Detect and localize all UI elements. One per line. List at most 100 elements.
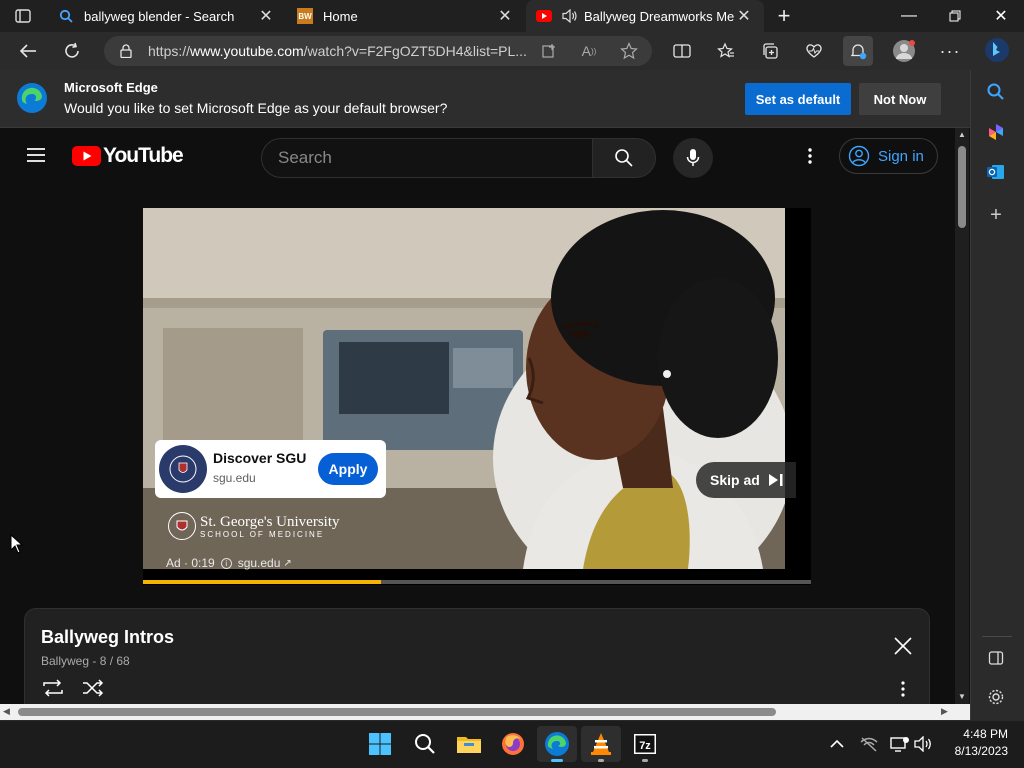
close-playlist-icon[interactable] [893, 636, 913, 656]
gear-icon[interactable] [987, 688, 1005, 706]
network-icon[interactable] [859, 736, 879, 752]
ad-card[interactable]: Discover SGU sgu.edu Apply [155, 440, 386, 498]
lock-icon[interactable] [120, 44, 132, 61]
hide-sidebar-icon[interactable] [988, 650, 1004, 666]
search-icon [58, 8, 74, 24]
hamburger-menu-icon[interactable] [27, 148, 45, 162]
close-window-button[interactable]: ✕ [978, 0, 1024, 32]
sign-in-button[interactable]: Sign in [839, 138, 938, 174]
search-icon[interactable] [986, 82, 1006, 102]
display-icon[interactable] [890, 736, 910, 752]
read-aloud-icon[interactable]: A)) [574, 36, 604, 66]
ad-progress-bar[interactable] [143, 580, 811, 584]
ad-domain-link[interactable]: sgu.edu [238, 556, 281, 570]
shuffle-playlist-icon[interactable] [81, 679, 105, 697]
close-icon[interactable]: ✕ [495, 6, 515, 26]
bw-favicon: BW [297, 8, 313, 24]
sgu-brand-overlay: St. George's University SCHOOL OF MEDICI… [168, 512, 340, 540]
loop-playlist-icon[interactable] [41, 679, 65, 697]
tab-youtube[interactable]: Ballyweg Dreamworks Meg ✕ [526, 0, 764, 32]
set-default-button[interactable]: Set as default [745, 83, 851, 115]
ad-progress-fill [143, 580, 381, 584]
close-icon[interactable]: ✕ [256, 6, 276, 26]
restore-button[interactable] [932, 0, 978, 32]
close-icon[interactable]: ✕ [734, 6, 754, 26]
profile-avatar[interactable] [889, 36, 919, 66]
vlc-icon[interactable] [581, 726, 621, 762]
seven-zip-icon[interactable]: 7z [625, 726, 665, 762]
windows-start-icon[interactable] [360, 726, 400, 762]
volume-icon[interactable] [914, 735, 934, 753]
favorite-star-icon[interactable] [614, 36, 644, 66]
search-input[interactable]: Search [261, 138, 593, 178]
address-bar[interactable]: https://www.youtube.com/watch?v=F2FgOZT5… [104, 36, 652, 66]
youtube-page: YouTube Search Sign in Discover SGU sgu.… [0, 128, 955, 704]
voice-search-button[interactable] [673, 138, 713, 178]
horizontal-scrollbar[interactable]: ◀ ▶ [0, 704, 955, 720]
browser-essentials-icon[interactable] [799, 36, 829, 66]
split-screen-icon[interactable] [667, 36, 697, 66]
tab-title: Ballyweg Dreamworks Meg [584, 8, 734, 24]
more-options-icon[interactable] [802, 147, 818, 165]
sgu-brand-sub: SCHOOL OF MEDICINE [200, 529, 325, 539]
scrollbar-corner [955, 704, 970, 720]
show-hidden-icons-chevron-icon[interactable] [829, 737, 845, 751]
tab-home[interactable]: BW Home ✕ [287, 0, 525, 32]
youtube-logo[interactable]: YouTube [72, 144, 184, 167]
notifications-icon[interactable] [843, 36, 873, 66]
bing-copilot-icon[interactable] [982, 35, 1012, 65]
settings-more-icon[interactable]: ··· [935, 36, 965, 66]
taskbar-search-icon[interactable] [405, 726, 445, 762]
collections-icon[interactable] [755, 36, 785, 66]
speaker-icon[interactable] [562, 9, 584, 23]
playlist-panel: Ballyweg Intros Ballyweg - 8 / 68 [24, 608, 930, 704]
refresh-button[interactable] [57, 36, 87, 66]
edge-taskbar-icon[interactable] [537, 726, 577, 762]
scroll-up-arrow-icon[interactable]: ▲ [957, 130, 967, 140]
youtube-logo-text: YouTube [103, 144, 184, 167]
scroll-down-arrow-icon[interactable]: ▼ [957, 692, 967, 702]
minimize-button[interactable]: — [886, 0, 932, 32]
microphone-icon [686, 149, 700, 166]
clock-date: 8/13/2023 [954, 744, 1008, 758]
scroll-right-arrow-icon[interactable]: ▶ [941, 706, 951, 718]
back-button[interactable] [13, 36, 43, 66]
app-open-indicator [598, 759, 604, 762]
outlook-icon[interactable] [986, 162, 1006, 182]
playlist-more-icon[interactable] [895, 680, 911, 698]
playlist-title[interactable]: Ballyweg Intros [41, 627, 174, 648]
infobar-message: Would you like to set Microsoft Edge as … [64, 100, 448, 116]
sgu-crest-icon [168, 512, 196, 540]
mouse-cursor-icon [10, 533, 24, 559]
external-link-icon: ↗ [283, 557, 292, 569]
youtube-favicon [536, 8, 552, 24]
skip-ad-button[interactable]: Skip ad [696, 462, 796, 498]
copilot-icon[interactable] [986, 122, 1006, 142]
tab-title: ballyweg blender - Search [84, 8, 235, 24]
firefox-icon[interactable] [493, 726, 533, 762]
tab-title: Home [323, 8, 358, 24]
info-icon[interactable]: i [220, 557, 232, 569]
vertical-scroll-thumb[interactable] [958, 146, 966, 228]
vertical-scrollbar[interactable]: ▲ ▼ [955, 128, 969, 704]
sign-in-label: Sign in [878, 147, 924, 165]
tab-search[interactable]: ballyweg blender - Search ✕ [48, 0, 286, 32]
apply-button[interactable]: Apply [318, 453, 378, 485]
app-available-icon[interactable] [534, 36, 564, 66]
new-tab-button[interactable]: + [772, 3, 796, 28]
url-host: www.youtube.com [190, 43, 304, 59]
svg-text:7z: 7z [639, 740, 651, 752]
playlist-meta: Ballyweg - 8 / 68 [41, 654, 130, 668]
favorites-icon[interactable] [711, 36, 741, 66]
add-sidebar-app-icon[interactable]: + [986, 204, 1006, 226]
scroll-left-arrow-icon[interactable]: ◀ [3, 706, 13, 718]
account-icon [848, 145, 870, 167]
file-explorer-icon[interactable] [449, 726, 489, 762]
system-clock[interactable]: 4:48 PM 8/13/2023 [955, 726, 1008, 760]
horizontal-scroll-thumb[interactable] [18, 708, 776, 716]
url-scheme: https:// [148, 43, 191, 59]
tab-actions-icon[interactable] [14, 7, 32, 25]
not-now-button[interactable]: Not Now [859, 83, 941, 115]
search-icon [615, 149, 633, 167]
search-button[interactable] [592, 138, 656, 178]
